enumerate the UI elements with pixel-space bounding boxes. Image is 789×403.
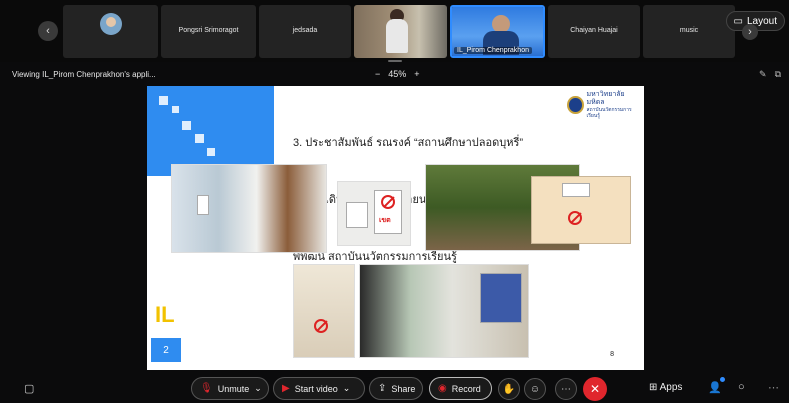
more-icon: ⋯ bbox=[561, 383, 571, 395]
leave-meeting-button[interactable]: ✕ bbox=[583, 377, 607, 401]
accent-square bbox=[195, 134, 204, 143]
participant-tile[interactable] bbox=[63, 5, 158, 58]
share-bar: Viewing IL_Pirom Chenprakhon's appli... … bbox=[0, 66, 789, 84]
participant-tile[interactable]: jedsada bbox=[259, 5, 351, 58]
apps-icon: ⊞ bbox=[649, 382, 658, 393]
accent-square bbox=[159, 96, 168, 105]
seal-icon bbox=[567, 96, 584, 114]
participant-video bbox=[354, 5, 447, 58]
apps-label: Apps bbox=[659, 382, 683, 393]
il-logo-text: IL bbox=[155, 302, 175, 327]
accent-square bbox=[207, 148, 215, 156]
scroll-left-button[interactable]: ‹ bbox=[38, 21, 58, 41]
slide-section-box: 2 bbox=[151, 338, 181, 362]
share-options: ✎ ⧉ bbox=[759, 69, 781, 80]
no-smoking-poster-photo bbox=[531, 176, 631, 244]
logo-text: มหาวิทยาลัยมหิดล bbox=[586, 91, 625, 106]
emoji-icon: ☺ bbox=[529, 383, 541, 395]
record-label: Record bbox=[451, 383, 481, 394]
participants-icon[interactable]: 👤 bbox=[708, 381, 722, 394]
start-video-button[interactable]: ▶ Start video ⌄ bbox=[273, 377, 365, 400]
no-smoking-icon bbox=[314, 319, 328, 333]
accent-square bbox=[172, 106, 179, 113]
notice-board bbox=[480, 273, 522, 323]
avatar bbox=[100, 13, 122, 35]
participant-tile[interactable]: music bbox=[643, 5, 735, 58]
annotate-icon[interactable]: ✎ bbox=[759, 69, 767, 80]
notification-dot bbox=[720, 377, 725, 382]
chevron-left-icon: ‹ bbox=[46, 25, 50, 37]
slide-title-line: 3. ประชาสัมพันธ์ รณรงค์ “สถานศึกษาปลอดบุ… bbox=[293, 137, 524, 149]
logo-subtext: สถาบันนวัตกรรมการเรียนรู้ bbox=[586, 107, 632, 119]
scroll-right-button[interactable]: › bbox=[742, 24, 758, 40]
close-icon: ✕ bbox=[589, 382, 601, 396]
raise-hand-button[interactable]: ✋ bbox=[498, 378, 520, 400]
participant-name: Pongsri Srimoragot bbox=[178, 27, 239, 34]
chat-bubble-icon[interactable]: ○ bbox=[738, 381, 745, 393]
share-screen-icon: ⇪ bbox=[378, 383, 387, 394]
record-button[interactable]: ◉ Record bbox=[429, 377, 492, 400]
pop-out-icon[interactable]: ⧉ bbox=[775, 69, 781, 80]
slide-page-number: 8 bbox=[610, 351, 614, 358]
no-smoking-sign-photo: เขต bbox=[337, 181, 411, 246]
share-label: Share bbox=[391, 383, 416, 394]
corridor-photo bbox=[171, 164, 327, 253]
slide-accent-block bbox=[147, 86, 274, 176]
participant-video-body bbox=[386, 19, 408, 53]
participant-tile[interactable]: Pongsri Srimoragot bbox=[161, 5, 256, 58]
microphone-muted-icon: 🎙 bbox=[200, 383, 213, 394]
chevron-down-icon[interactable]: ⌄ bbox=[343, 383, 351, 394]
reactions-button[interactable]: ☺ bbox=[524, 378, 546, 400]
il-logo: IL bbox=[155, 302, 175, 328]
unmute-button[interactable]: 🎙 Unmute ⌄ bbox=[191, 377, 269, 400]
poster-photo bbox=[293, 264, 355, 358]
participant-video-tile[interactable] bbox=[354, 5, 447, 58]
camera-off-icon: ▶ bbox=[282, 383, 290, 394]
chevron-right-icon: › bbox=[748, 26, 752, 38]
university-logo: มหาวิทยาลัยมหิดล สถาบันนวัตกรรมการเรียนร… bbox=[567, 91, 639, 119]
start-video-label: Start video bbox=[294, 383, 338, 394]
sign-label: เขต bbox=[379, 217, 391, 224]
meeting-toolbar: ▢ 🎙 Unmute ⌄ ▶ Start video ⌄ ⇪ Share ◉ R… bbox=[0, 374, 789, 403]
accent-square bbox=[182, 121, 191, 130]
participant-name: jedsada bbox=[292, 27, 318, 34]
wall-sign bbox=[562, 183, 590, 197]
meeting-window: ‹ Pongsri Srimoragot jedsada IL_Pirom Ch… bbox=[0, 0, 789, 403]
no-smoking-icon bbox=[568, 211, 582, 225]
chevron-down-icon[interactable]: ⌄ bbox=[254, 383, 262, 394]
participant-name: music bbox=[679, 27, 699, 34]
zoom-control: − 45% + bbox=[375, 69, 420, 79]
record-icon: ◉ bbox=[438, 383, 447, 394]
apps-button[interactable]: ⊞ Apps bbox=[649, 382, 682, 393]
wall-sign bbox=[346, 202, 368, 228]
zoom-in-button[interactable]: + bbox=[414, 69, 419, 79]
active-speaker-tile[interactable]: IL_Pirom Chenprakhon bbox=[450, 5, 545, 58]
no-smoking-icon bbox=[381, 195, 395, 209]
unmute-label: Unmute bbox=[217, 383, 250, 394]
wall-sign: เขต bbox=[374, 190, 402, 234]
more-options-button[interactable]: ⋯ bbox=[555, 378, 577, 400]
more-menu-icon[interactable]: ⋯ bbox=[768, 381, 779, 394]
walkway-photo bbox=[359, 264, 529, 358]
resize-handle[interactable] bbox=[388, 60, 402, 62]
zoom-level: 45% bbox=[388, 69, 407, 79]
viewing-label: Viewing IL_Pirom Chenprakhon's appli... bbox=[12, 70, 156, 79]
participant-name: Chaiyan Huajai bbox=[570, 27, 618, 34]
share-button[interactable]: ⇪ Share bbox=[369, 377, 423, 400]
shared-slide: 3. ประชาสัมพันธ์ รณรงค์ “สถานศึกษาปลอดบุ… bbox=[147, 86, 644, 370]
zoom-out-button[interactable]: − bbox=[375, 69, 380, 79]
chat-icon[interactable]: ▢ bbox=[24, 382, 34, 395]
hand-icon: ✋ bbox=[502, 383, 516, 395]
wall-sign bbox=[197, 195, 209, 215]
participant-name: IL_Pirom Chenprakhon bbox=[454, 47, 532, 54]
participant-strip: ‹ Pongsri Srimoragot jedsada IL_Pirom Ch… bbox=[0, 0, 789, 62]
layout-icon: ▭ bbox=[733, 15, 743, 27]
participant-tile[interactable]: Chaiyan Huajai bbox=[548, 5, 640, 58]
